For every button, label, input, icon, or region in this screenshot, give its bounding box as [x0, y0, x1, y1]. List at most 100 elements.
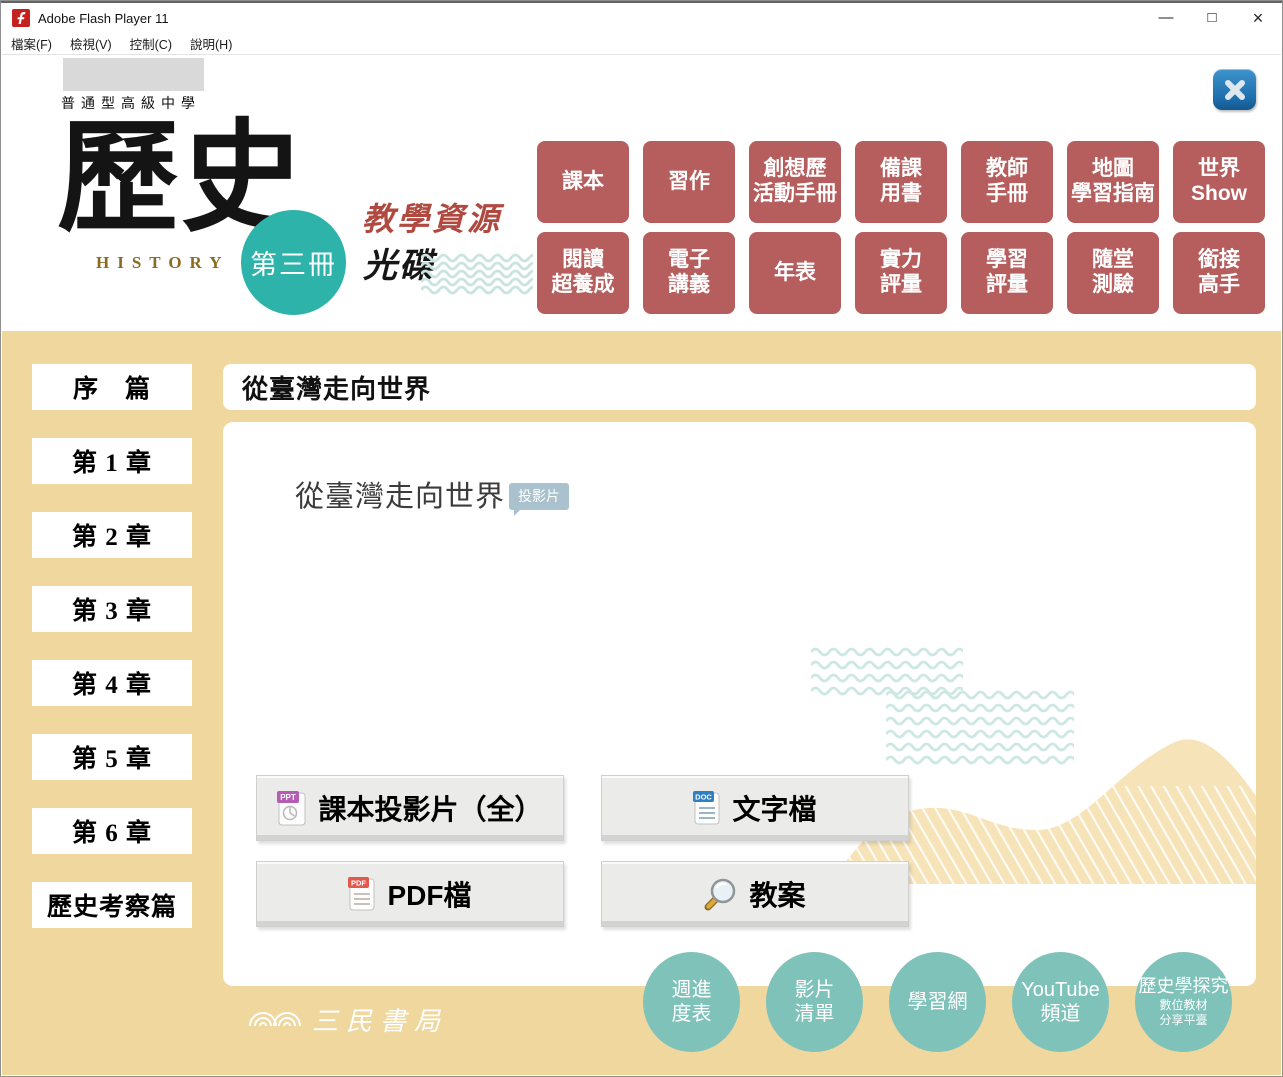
nav-button-1[interactable]: 課本: [537, 141, 629, 223]
sidebar-item-6[interactable]: 第 5 章: [32, 734, 192, 780]
nav-button-10[interactable]: 年表: [749, 232, 841, 314]
nav-button-label: 講義: [668, 273, 710, 298]
nav-button-label: 習作: [668, 170, 710, 195]
section-header-bar: 從臺灣走向世界: [223, 364, 1256, 410]
title-bar: Adobe Flash Player 11 — □ ×: [2, 3, 1281, 33]
footer-link-label: YouTube: [1021, 978, 1100, 1002]
nav-button-5[interactable]: 教師手冊: [961, 141, 1053, 223]
nav-button-label: 手冊: [986, 182, 1028, 207]
doc-file-icon: DOC: [693, 790, 721, 826]
nav-button-label: 測驗: [1092, 273, 1134, 298]
ppt-file-icon: PPT: [277, 790, 307, 827]
sidebar-item-1[interactable]: 序 篇: [32, 364, 192, 410]
nav-button-label: Show: [1191, 182, 1247, 207]
button-label: PDF檔: [387, 874, 471, 914]
menu-view[interactable]: 檢視(V): [70, 34, 112, 53]
footer-link-4[interactable]: YouTube頻道: [1012, 952, 1109, 1052]
nav-button-label: 活動手冊: [753, 182, 837, 207]
maximize-button[interactable]: □: [1189, 3, 1235, 33]
window-title: Adobe Flash Player 11: [38, 11, 169, 26]
app-close-icon: [1224, 79, 1246, 101]
nav-button-label: 實力: [880, 248, 922, 273]
footer-link-1[interactable]: 週進度表: [643, 952, 740, 1052]
publisher-logo-placeholder: [63, 58, 204, 91]
nav-button-label: 閱讀: [562, 248, 604, 273]
slides-all-button[interactable]: PPT 課本投影片（全）: [256, 775, 564, 841]
footer-links: 週進度表影片清單學習網YouTube頻道歷史學探究數位教材分享平臺: [643, 952, 1232, 1052]
footer-link-label: 歷史學探究: [1139, 976, 1229, 998]
footer-link-label: 清單: [795, 1002, 835, 1026]
nav-button-label: 用書: [880, 182, 922, 207]
nav-button-label: 超養成: [552, 273, 615, 298]
sidebar: 序 篇第 1 章第 2 章第 3 章第 4 章第 5 章第 6 章歷史考察篇: [32, 364, 192, 928]
footer-link-label: 度表: [672, 1002, 712, 1026]
flash-player-window: Adobe Flash Player 11 — □ × 檔案(F) 檢視(V) …: [0, 0, 1283, 1077]
pdf-file-icon: PDF: [348, 876, 376, 912]
decorative-waves: [421, 253, 533, 297]
nav-button-label: 教師: [986, 157, 1028, 182]
footer-link-5[interactable]: 歷史學探究數位教材分享平臺: [1135, 952, 1232, 1052]
sidebar-item-8[interactable]: 歷史考察篇: [32, 882, 192, 928]
menu-bar: 檔案(F) 檢視(V) 控制(C) 說明(H): [2, 33, 1281, 55]
footer-link-label: 影片: [795, 978, 835, 1002]
sidebar-item-2[interactable]: 第 1 章: [32, 438, 192, 484]
button-label: 文字檔: [732, 788, 816, 828]
flash-player-icon: [12, 9, 30, 27]
nav-button-13[interactable]: 隨堂測驗: [1067, 232, 1159, 314]
text-file-button[interactable]: DOC 文字檔: [601, 775, 909, 841]
nav-button-label: 地圖: [1092, 157, 1134, 182]
button-label: 教案: [749, 874, 805, 914]
nav-button-6[interactable]: 地圖學習指南: [1067, 141, 1159, 223]
menu-control[interactable]: 控制(C): [130, 34, 172, 53]
nav-button-label: 創想歷: [764, 157, 827, 182]
nav-button-label: 學習: [986, 248, 1028, 273]
footer-link-sublabel: 數位教材: [1159, 998, 1207, 1013]
resource-nav-grid: 課本習作創想歷活動手冊備課用書教師手冊地圖學習指南世界Show閱讀超養成電子講義…: [537, 141, 1265, 314]
tagline-teaching-resources: 教學資源: [362, 194, 502, 240]
menu-file[interactable]: 檔案(F): [11, 34, 52, 53]
section-title: 從臺灣走向世界: [242, 369, 431, 406]
nav-button-label: 銜接: [1198, 248, 1240, 273]
volume-badge: 第三冊: [241, 210, 346, 315]
minimize-button[interactable]: —: [1143, 3, 1189, 33]
nav-button-8[interactable]: 閱讀超養成: [537, 232, 629, 314]
nav-button-label: 隨堂: [1092, 248, 1134, 273]
app-close-button[interactable]: [1213, 69, 1256, 110]
footer-link-sublabel: 分享平臺: [1159, 1013, 1207, 1028]
nav-button-label: 評量: [880, 273, 922, 298]
nav-button-label: 評量: [986, 273, 1028, 298]
svg-text:DOC: DOC: [696, 793, 713, 802]
nav-button-4[interactable]: 備課用書: [855, 141, 947, 223]
footer-link-label: 週進: [672, 978, 712, 1002]
nav-button-label: 課本: [562, 170, 604, 195]
sidebar-item-4[interactable]: 第 3 章: [32, 586, 192, 632]
footer-link-2[interactable]: 影片清單: [766, 952, 863, 1052]
subject-logo-english: HISTORY: [96, 253, 230, 273]
close-button[interactable]: ×: [1235, 3, 1281, 33]
content-panel: 從臺灣走向世界 投影片 PPT: [223, 422, 1256, 986]
sidebar-item-7[interactable]: 第 6 章: [32, 808, 192, 854]
nav-button-11[interactable]: 實力評量: [855, 232, 947, 314]
sidebar-item-3[interactable]: 第 2 章: [32, 512, 192, 558]
window-controls: — □ ×: [1143, 3, 1281, 33]
nav-button-label: 年表: [774, 261, 816, 286]
svg-text:三民書局: 三民書局: [312, 1007, 446, 1036]
nav-button-12[interactable]: 學習評量: [961, 232, 1053, 314]
menu-help[interactable]: 說明(H): [190, 34, 232, 53]
publisher-logo: 三民書局: [246, 994, 446, 1040]
nav-button-label: 高手: [1198, 273, 1240, 298]
lesson-plan-button[interactable]: 教案: [601, 861, 909, 927]
button-label: 課本投影片（全）: [318, 788, 542, 828]
nav-button-2[interactable]: 習作: [643, 141, 735, 223]
nav-button-label: 學習指南: [1071, 182, 1155, 207]
nav-button-9[interactable]: 電子講義: [643, 232, 735, 314]
nav-button-7[interactable]: 世界Show: [1173, 141, 1265, 223]
slide-title: 從臺灣走向世界: [295, 473, 505, 515]
footer-link-3[interactable]: 學習網: [889, 952, 986, 1052]
pdf-file-button[interactable]: PDF PDF檔: [256, 861, 564, 927]
sidebar-item-5[interactable]: 第 4 章: [32, 660, 192, 706]
nav-button-3[interactable]: 創想歷活動手冊: [749, 141, 841, 223]
nav-button-label: 世界: [1198, 157, 1240, 182]
svg-text:PDF: PDF: [351, 879, 366, 888]
nav-button-14[interactable]: 銜接高手: [1173, 232, 1265, 314]
